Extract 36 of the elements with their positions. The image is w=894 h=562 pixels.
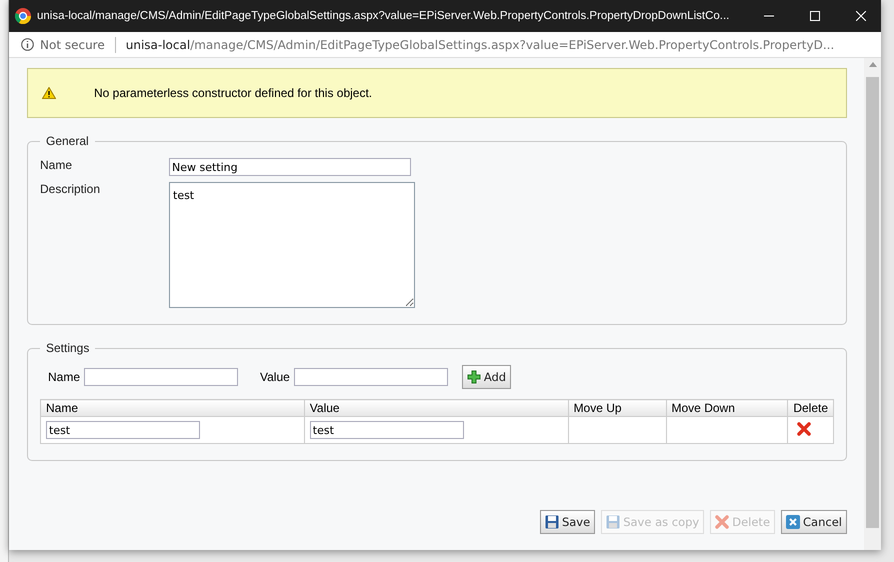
add-button[interactable]: Add <box>462 365 512 389</box>
security-label: Not secure <box>40 38 105 52</box>
url-text: unisa-local/manage/CMS/Admin/EditPageTypeGlobalSettings.aspx?value=EPiServer.Web.PropertyControls.PropertyD... <box>126 38 834 52</box>
name-field[interactable] <box>84 368 238 386</box>
field-label: Name <box>48 370 80 384</box>
column-header: Move Up <box>568 400 666 416</box>
value-field[interactable] <box>294 368 448 386</box>
warning-icon <box>42 87 56 99</box>
info-icon <box>21 38 34 51</box>
scrollbar[interactable] <box>864 58 881 550</box>
panel-legend: Settings <box>40 341 96 355</box>
column-header: Move Down <box>666 400 788 416</box>
description-field[interactable]: test <box>169 182 415 308</box>
delete-row-button[interactable] <box>797 422 812 436</box>
plus-icon <box>466 370 481 384</box>
maximize-icon <box>810 11 820 21</box>
panel-legend: General <box>40 134 95 148</box>
window-title: unisa-local/manage/CMS/Admin/EditPageTypeGlobalSettings.aspx?value=EPiServer.Web.PropertyControls.PropertyDropDownListCo... <box>37 10 730 22</box>
column-header: Delete <box>788 400 834 416</box>
name-field[interactable]: New setting <box>169 158 411 176</box>
cross-icon <box>715 515 730 529</box>
cancel-icon <box>786 515 800 529</box>
field-label: Description <box>40 182 102 196</box>
column-header: Value <box>304 400 568 416</box>
column-header: Name <box>40 400 304 416</box>
field-label: Value <box>260 370 290 384</box>
value-field[interactable]: test <box>310 421 464 439</box>
browser-logo-icon <box>15 8 31 24</box>
scroll-up-icon <box>868 62 876 67</box>
cross-icon <box>797 422 812 436</box>
action-button[interactable]: Save <box>540 510 596 534</box>
close-icon <box>856 11 866 21</box>
action-button[interactable]: Cancel <box>781 510 847 534</box>
name-field[interactable]: test <box>46 421 200 439</box>
warning-message: No parameterless constructor defined for this object. <box>94 86 372 100</box>
field-label: Name <box>40 158 74 172</box>
